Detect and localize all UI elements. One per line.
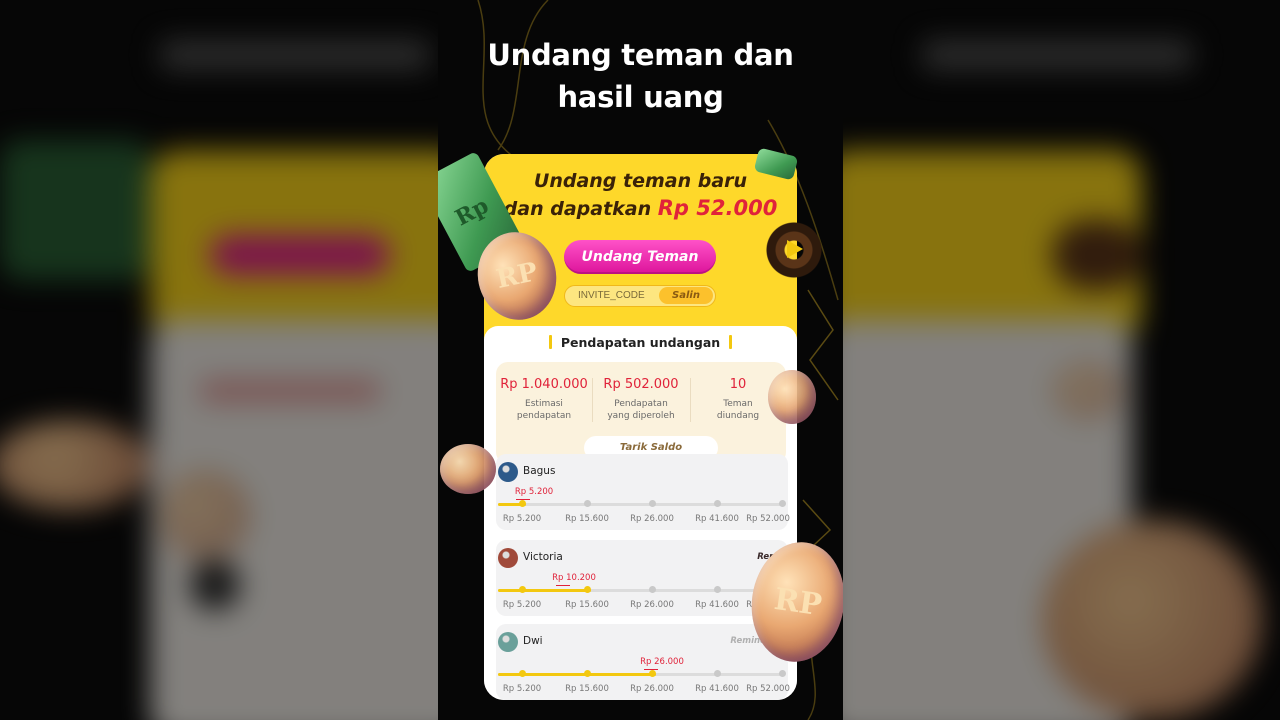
avatar [498, 548, 518, 568]
milestone-label: Rp 26.000 [630, 684, 674, 694]
milestone-dot [584, 586, 591, 593]
friend-row: Dwi Reminded Rp 5.200 Rp 15.600 Rp 26.000 Rp … [496, 624, 790, 700]
stat-estimated-label: Estimasi pendapatan [496, 398, 592, 422]
earnings-title: Pendapatan undangan [484, 335, 797, 350]
promo-line-2: dan dapatkan Rp 52.000 [484, 195, 797, 223]
milestone-dot [779, 670, 786, 677]
milestone-label: Rp 5.200 [502, 514, 542, 524]
promo-amount: Rp 52.000 [657, 196, 778, 220]
coin-label: RP [493, 257, 541, 295]
invite-code-value: INVITE_CODE [578, 290, 645, 301]
milestone-dot [649, 586, 656, 593]
milestone-dot [519, 586, 526, 593]
milestone-label: Rp 15.600 [565, 600, 609, 610]
stat-estimated-label-1: Estimasi [525, 399, 563, 409]
milestone-dot [714, 670, 721, 677]
coin-icon [768, 370, 816, 424]
current-amount-label: Rp 26.000 [640, 657, 684, 667]
copy-code-button[interactable]: Salin [659, 287, 713, 304]
friend-row: Victoria Rem Rp 5.200 Rp 15.600 Rp 26.000 Rp … [496, 540, 790, 616]
progress-track [498, 673, 784, 676]
friend-name: Dwi [523, 635, 543, 647]
stat-estimated: Rp 1.040.000 Estimasi pendapatan [496, 377, 592, 422]
friend-name: Bagus [523, 465, 556, 477]
stat-earned-label: Pendapatan yang diperoleh [593, 398, 689, 422]
stat-earned-value: Rp 502.000 [603, 377, 679, 392]
promo-panel: Undang teman dan hasil uang Undang teman… [438, 0, 843, 720]
promo-line-1: Undang teman baru [533, 170, 748, 192]
current-amount-underline [516, 499, 530, 500]
milestone-dot [519, 500, 526, 507]
milestone-dot [649, 670, 656, 677]
stat-estimated-value: Rp 1.040.000 [500, 377, 588, 392]
milestone-dot [714, 586, 721, 593]
current-amount-label: Rp 10.200 [552, 573, 596, 583]
coin-icon [440, 444, 496, 494]
milestone-dot [649, 500, 656, 507]
invite-code-box: INVITE_CODE Salin [564, 285, 716, 307]
blurred-background-right [842, 0, 1280, 720]
earnings-title-text: Pendapatan undangan [560, 335, 721, 350]
current-amount-label: Rp 5.200 [514, 487, 554, 497]
donut-icon [766, 222, 822, 278]
milestone-label: Rp 15.600 [565, 684, 609, 694]
milestone-label: Rp 52.000 [746, 514, 790, 524]
promo-text: Undang teman baru dan dapatkan Rp 52.000 [484, 168, 797, 223]
progress-track [498, 503, 784, 506]
stat-earned-label-2: yang diperoleh [607, 411, 675, 421]
friend-name: Victoria [523, 551, 563, 563]
blurred-background-left [0, 0, 438, 720]
stat-earned: Rp 502.000 Pendapatan yang diperoleh [593, 377, 689, 422]
avatar [498, 632, 518, 652]
milestone-label: Rp 26.000 [630, 514, 674, 524]
milestone-dot [714, 500, 721, 507]
coin-label: RP [772, 581, 824, 623]
progress-fill [498, 589, 591, 592]
friend-row: Bagus Rp 5.200 Rp 15.600 Rp 26.000 Rp 41.600… [496, 454, 790, 530]
promo-line-2-prefix: dan dapatkan [503, 198, 652, 220]
milestone-dot [584, 500, 591, 507]
milestone-dot [779, 500, 786, 507]
headline-line-1: Undang teman dan [487, 38, 794, 72]
current-amount-underline [644, 669, 658, 670]
milestone-dot [584, 670, 591, 677]
milestone-label: Rp 15.600 [565, 514, 609, 524]
play-icon [787, 240, 803, 258]
progress-track [498, 589, 784, 592]
earnings-stats: Rp 1.040.000 Estimasi pendapatan Rp 502.… [496, 362, 786, 464]
invite-friends-button[interactable]: Undang Teman [564, 240, 716, 274]
headline: Undang teman dan hasil uang [438, 34, 843, 118]
milestone-dot [519, 670, 526, 677]
milestone-label: Rp 52.000 [746, 684, 790, 694]
stat-earned-label-1: Pendapatan [614, 399, 668, 409]
earnings-section: Pendapatan undangan Rp 1.040.000 Estimas… [484, 326, 797, 700]
stat-estimated-label-2: pendapatan [516, 411, 572, 421]
cash-note-label: Rp [451, 192, 493, 232]
milestone-label: Rp 5.200 [502, 684, 542, 694]
current-amount-underline [556, 585, 570, 586]
avatar [498, 462, 518, 482]
headline-line-2: hasil uang [557, 80, 724, 114]
milestone-label: Rp 26.000 [630, 600, 674, 610]
milestone-label: Rp 5.200 [502, 600, 542, 610]
